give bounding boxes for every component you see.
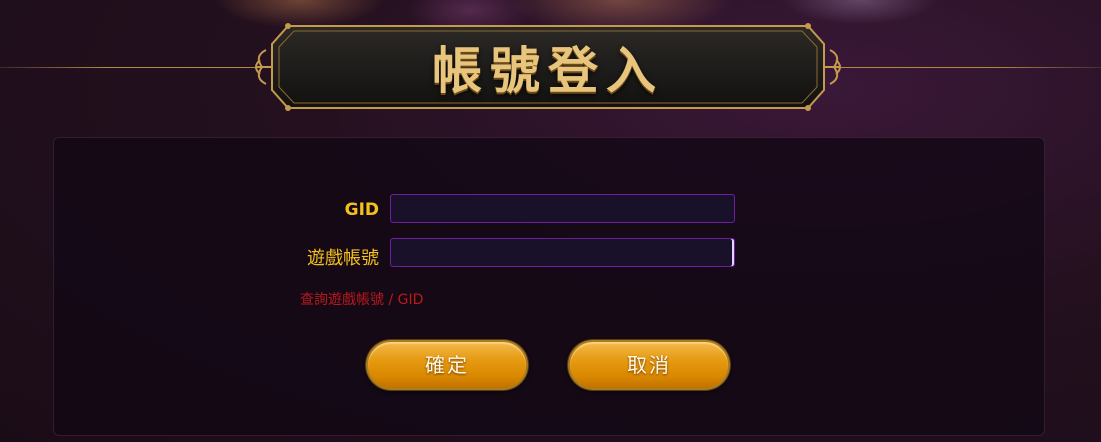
header-divider-right [836, 67, 1101, 68]
game-account-label: 遊戲帳號 [307, 248, 379, 269]
game-account-input[interactable] [390, 238, 735, 267]
title-plaque: 帳號登入 [252, 20, 844, 114]
login-panel [53, 137, 1045, 436]
page-title: 帳號登入 [432, 42, 664, 100]
header-divider-left [0, 67, 262, 68]
cancel-button[interactable]: 取消 [568, 340, 730, 390]
gid-label: GID [344, 200, 379, 220]
gid-input[interactable] [390, 194, 735, 223]
lookup-account-link[interactable]: 查詢遊戲帳號 / GID [300, 289, 423, 309]
confirm-button[interactable]: 確定 [366, 340, 528, 390]
